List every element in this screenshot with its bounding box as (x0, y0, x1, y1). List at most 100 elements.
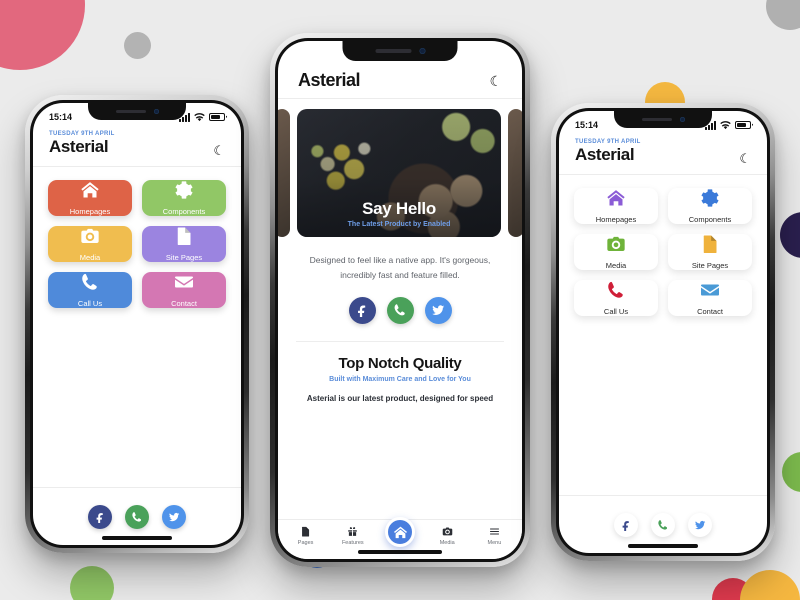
social-button-facebook[interactable] (614, 512, 638, 537)
tile-call-us[interactable]: Call Us (574, 280, 658, 316)
gear-icon (174, 180, 194, 200)
carousel-slide-next[interactable] (508, 109, 522, 237)
phone-center-screen: Asterial ☾ Say Hello The Latest Product … (278, 41, 522, 559)
tile-label: Media (605, 261, 627, 270)
social-row (348, 296, 452, 324)
carousel-slide-prev[interactable] (278, 109, 290, 237)
earpiece-speaker (115, 110, 146, 113)
carousel-slide-active[interactable]: Say Hello The Latest Product by Enabled (297, 109, 501, 237)
tile-label: Contact (697, 307, 723, 316)
home-icon (80, 180, 100, 200)
phone-icon (606, 280, 626, 300)
circle-navy-right (780, 212, 800, 258)
home-indicator (628, 544, 698, 548)
circle-gray-topleft (124, 32, 151, 59)
moon-icon[interactable]: ☾ (739, 152, 751, 165)
phone-right: 15:14 TUESDAY 9TH APRIL Asterial ☾ Homep… (551, 103, 775, 561)
earpiece-speaker (641, 118, 672, 121)
phone-center-bezel: Asterial ☾ Say Hello The Latest Product … (275, 38, 525, 562)
home-indicator (102, 536, 172, 540)
moon-icon[interactable]: ☾ (213, 144, 225, 157)
tab-label: Pages (297, 540, 314, 546)
tile-site-pages[interactable]: Site Pages (142, 226, 226, 262)
app-header: TUESDAY 9TH APRIL Asterial ☾ (33, 127, 241, 167)
tile-site-pages[interactable]: Site Pages (668, 234, 752, 270)
app-mockup-canvas: 15:14 TUESDAY 9TH APRIL Asterial ☾ Homep… (0, 0, 800, 600)
tile-label: Site Pages (165, 253, 203, 262)
envelope-icon (174, 272, 194, 292)
hamburger-icon (489, 526, 500, 537)
tile-grid: Homepages Components Media Site Pages Call U… (33, 167, 241, 487)
social-button-facebook[interactable] (348, 296, 376, 324)
tile-homepages[interactable]: Homepages (48, 180, 132, 216)
document-icon (700, 234, 720, 254)
social-button-phone[interactable] (125, 504, 149, 529)
moon-icon[interactable]: ☾ (489, 74, 502, 88)
page-body: Designed to feel like a native app. It's… (278, 237, 522, 519)
tile-media[interactable]: Media (48, 226, 132, 262)
page-title: Asterial (575, 145, 635, 164)
social-button-facebook[interactable] (88, 504, 112, 529)
social-button-phone[interactable] (651, 512, 675, 537)
tile-homepages[interactable]: Homepages (574, 188, 658, 224)
tab-pages[interactable]: Pages (282, 526, 329, 546)
camera-icon (606, 234, 626, 254)
tab-menu[interactable]: Menu (471, 526, 518, 546)
gift-icon (347, 526, 358, 537)
document-icon (174, 226, 194, 246)
front-camera (153, 109, 159, 114)
earpiece-speaker (375, 49, 411, 53)
section-divider (296, 340, 504, 342)
tile-label: Call Us (603, 307, 629, 316)
tile-call-us[interactable]: Call Us (48, 272, 132, 308)
twitter-icon (431, 303, 445, 317)
tile-components[interactable]: Components (668, 188, 752, 224)
camera-icon (442, 526, 453, 537)
circle-green-bottomleft (70, 566, 114, 600)
phone-right-bezel: 15:14 TUESDAY 9TH APRIL Asterial ☾ Homep… (556, 108, 770, 556)
front-camera (679, 117, 685, 122)
social-button-twitter[interactable] (688, 512, 712, 537)
phone-icon (393, 303, 407, 317)
tile-label: Site Pages (691, 261, 729, 270)
wifi-icon (720, 120, 731, 129)
tab-label: Features (341, 540, 364, 546)
tile-contact[interactable]: Contact (668, 280, 752, 316)
tile-label: Homepages (595, 215, 637, 224)
social-button-twitter[interactable] (162, 504, 186, 529)
tile-label: Components (688, 215, 732, 224)
facebook-icon (94, 511, 106, 523)
status-time: 15:14 (575, 120, 599, 130)
slide-caption: Say Hello The Latest Product by Enabled (297, 199, 501, 237)
phone-right-screen: 15:14 TUESDAY 9TH APRIL Asterial ☾ Homep… (559, 111, 767, 553)
home-fab-button[interactable] (385, 517, 415, 547)
tile-contact[interactable]: Contact (142, 272, 226, 308)
facebook-icon (620, 519, 632, 531)
section-heading: Top Notch Quality (338, 354, 462, 372)
phone-icon (80, 272, 100, 292)
slide-photo (508, 109, 522, 237)
hero-carousel[interactable]: Say Hello The Latest Product by Enabled (278, 99, 522, 237)
notch (342, 41, 458, 61)
tile-label: Contact (171, 299, 197, 308)
social-button-phone[interactable] (386, 296, 414, 324)
tile-label: Homepages (69, 207, 111, 216)
facebook-icon (355, 303, 369, 318)
document-icon (300, 526, 311, 537)
social-button-twitter[interactable] (424, 296, 452, 324)
circle-yellow-bottomright (740, 570, 800, 600)
phone-left-bezel: 15:14 TUESDAY 9TH APRIL Asterial ☾ Homep… (30, 100, 244, 548)
phone-icon (657, 519, 669, 531)
intro-paragraph: Designed to feel like a native app. It's… (309, 255, 491, 280)
gear-icon (700, 188, 720, 208)
wifi-icon (194, 112, 205, 121)
tab-media[interactable]: Media (424, 526, 471, 546)
page-title: Asterial (298, 70, 361, 90)
section-clipped-text: Asterial is our latest product, designed… (306, 393, 494, 403)
home-icon (606, 188, 626, 208)
tab-features[interactable]: Features (329, 526, 376, 546)
tile-components[interactable]: Components (142, 180, 226, 216)
tab-label: Media (439, 540, 455, 546)
tile-media[interactable]: Media (574, 234, 658, 270)
slide-photo (278, 109, 290, 237)
